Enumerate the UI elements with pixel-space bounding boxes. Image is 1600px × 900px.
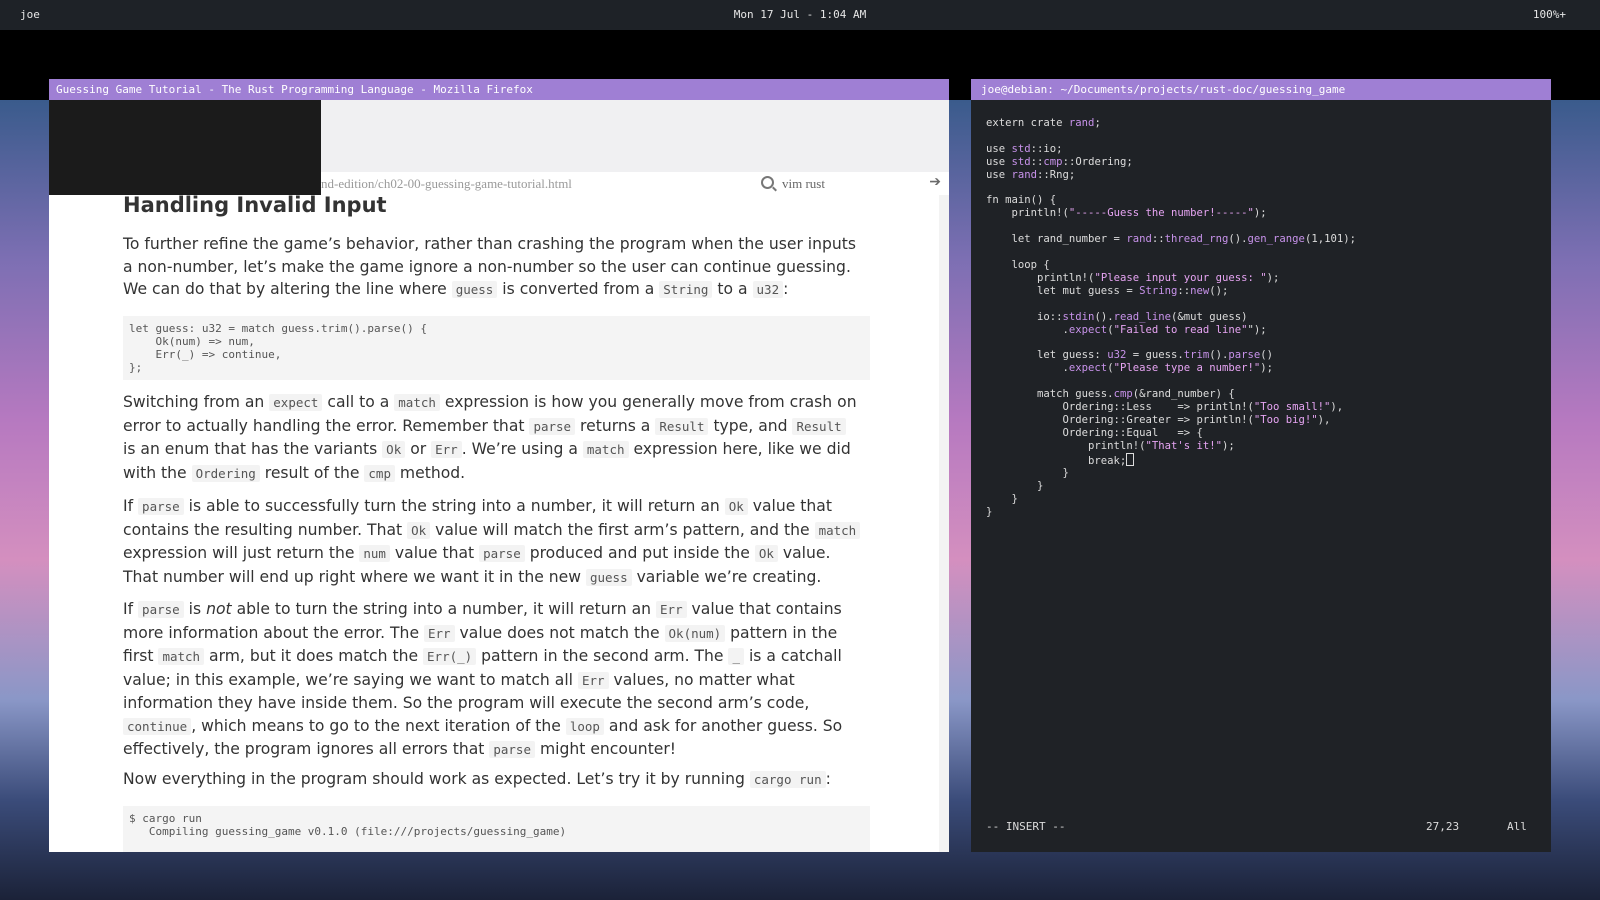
battery-indicator: 100%+ [1532, 8, 1566, 21]
editor-line: use std::cmp::Ordering; [986, 155, 1133, 168]
code-block: $ cargo run Compiling guessing_game v0.1… [123, 806, 870, 852]
inline-code: Ok [754, 545, 778, 562]
code-block: let guess: u32 = match guess.trim().pars… [123, 316, 870, 380]
editor-line: Ordering::Greater => println!("Too big!"… [986, 413, 1331, 426]
inline-code: u32 [752, 281, 784, 298]
editor-line: } [1062, 467, 1069, 480]
inline-code: Err [577, 671, 609, 689]
cursor-position: 27,23 [1426, 820, 1460, 833]
editor-line: fn main() { [986, 194, 1057, 207]
editor-line: .expect("Failed to read line""); [986, 323, 1267, 336]
inline-code: parse [138, 601, 184, 618]
clock: Mon 17 Jul - 1:04 AM [733, 8, 867, 21]
editor-line: io::stdin().read_line(&mut guess) [986, 310, 1248, 323]
inline-code: parse [489, 741, 535, 758]
firefox-window: Guessing Game Tutorial - The Rust Progra… [49, 79, 949, 852]
obscured-region [49, 100, 321, 195]
code-line: Ok(num) => num, [155, 335, 255, 348]
code-line: $ cargo run [129, 812, 202, 825]
inline-code: match [394, 394, 440, 411]
scroll-indicator: All [1507, 820, 1527, 833]
top-status-bar: joe Mon 17 Jul - 1:04 AM 100%+ [0, 0, 1600, 30]
editor-line: extern crate rand; [986, 117, 1101, 129]
text-cursor [1126, 452, 1135, 466]
paragraph: Now everything in the program should wor… [123, 770, 831, 788]
inline-code: Ordering [191, 464, 260, 482]
inline-code: _ [728, 648, 744, 665]
inline-code: loop [565, 717, 604, 735]
inline-code: match [582, 441, 629, 458]
editor-line: loop { [1011, 258, 1050, 271]
code-line: Err(_) => continue, [155, 348, 282, 361]
inline-code: Ok(num) [664, 624, 726, 642]
inline-code: Result [655, 417, 709, 435]
inline-code: Result [792, 417, 846, 435]
paragraph: If parse is not able to turn the string … [123, 600, 843, 758]
code-line: }; [129, 361, 143, 374]
inline-code: Err(_) [423, 648, 477, 665]
terminal-titlebar: joe@debian: ~/Documents/projects/rust-do… [971, 79, 1551, 100]
inline-code: cargo run [749, 771, 826, 788]
inline-code: String [659, 281, 713, 298]
editor-line: let rand_number = rand::thread_rng().gen… [986, 233, 1356, 246]
inline-code: Ok [407, 521, 431, 539]
inline-code: Ok [724, 498, 748, 515]
inline-code: Err [424, 624, 455, 642]
inline-code: guess [585, 568, 632, 586]
inline-code: match [158, 648, 205, 665]
editor-line: println!("-----Guess the number!-----"); [986, 207, 1267, 220]
inline-code: Ok [382, 441, 406, 458]
inline-code: Err [656, 601, 687, 618]
terminal-window: joe@debian: ~/Documents/projects/rust-do… [971, 79, 1551, 852]
editor-line: } [1037, 480, 1044, 493]
inline-code: match [814, 521, 861, 539]
vim-editor-buffer[interactable]: extern crate rand; use std::io; use std:… [986, 117, 1356, 519]
firefox-titlebar: Guessing Game Tutorial - The Rust Progra… [49, 79, 949, 100]
editor-line: .expect("Please type a number!"); [986, 362, 1274, 375]
editor-line: let guess: u32 = guess.trim().parse() [986, 349, 1274, 362]
vim-mode: -- INSERT -- [986, 820, 1066, 833]
scrollbar[interactable] [939, 195, 949, 852]
editor-line: let mut guess = String::new(); [986, 284, 1229, 297]
address-bar[interactable]: nd-edition/ch02-00-guessing-game-tutoria… [321, 172, 949, 195]
inline-code: continue [123, 717, 192, 735]
editor-line: match guess.cmp(&rand_number) { [986, 388, 1235, 401]
code-line: Compiling guessing_game v0.1.0 (file:///… [129, 825, 567, 838]
paragraph: Switching from an expect call to a match… [123, 393, 857, 482]
article-content: Handling Invalid Input To further refine… [49, 195, 939, 852]
editor-line: } [1011, 493, 1018, 506]
emphasis: not [206, 600, 232, 618]
vim-statusline: -- INSERT -- 27,23 All [971, 820, 1551, 834]
code-line: let guess: u32 = match guess.trim().pars… [129, 322, 428, 335]
paragraph: If parse is able to successfully turn th… [123, 495, 863, 589]
section-heading: Handling Invalid Input [123, 195, 387, 217]
editor-line: println!("That's it!"); [986, 439, 1235, 452]
inline-code: parse [138, 498, 184, 515]
inline-code: expect [269, 394, 323, 411]
inline-code: parse [479, 545, 525, 562]
url-text[interactable]: nd-edition/ch02-00-guessing-game-tutoria… [321, 176, 572, 192]
inline-code: cmp [364, 464, 395, 482]
editor-line: Ordering::Less => println!("Too small!")… [986, 400, 1344, 413]
inline-code: Err [431, 441, 462, 458]
search-box[interactable]: vim rust [761, 176, 825, 192]
inline-code: num [359, 545, 390, 562]
search-icon [761, 176, 774, 189]
editor-line: break; [986, 452, 1135, 467]
editor-line: use rand::Rng; [986, 168, 1076, 181]
inline-code: guess [451, 281, 498, 298]
go-arrow-icon[interactable]: ➔ [929, 174, 941, 191]
editor-line: println!("Please input your guess: "); [986, 271, 1280, 284]
search-value[interactable]: vim rust [782, 176, 825, 191]
inline-code: parse [529, 417, 576, 435]
editor-line: use std::io; [986, 142, 1063, 155]
editor-line: } [986, 506, 993, 519]
paragraph: To further refine the game’s behavior, r… [123, 235, 857, 298]
editor-line: Ordering::Equal => { [1062, 426, 1203, 439]
